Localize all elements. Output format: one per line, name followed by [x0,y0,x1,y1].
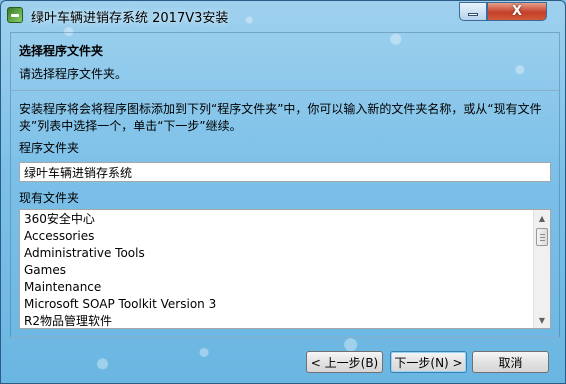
cancel-button-label: 取消 [498,355,523,370]
back-button[interactable]: < 上一步(B) [306,351,383,373]
wizard-footer: < 上一步(B) 下一步(N) > 取消 [10,337,558,380]
wizard-header: 选择程序文件夹 请选择程序文件夹。 [10,32,560,91]
existing-folders-list[interactable]: 360安全中心 Accessories Administrative Tools… [19,209,551,329]
scrollbar-thumb[interactable] [536,228,548,246]
page-subtitle: 请选择程序文件夹。 [19,67,128,81]
wizard-body: 安装程序将会将程序图标添加到下列“程序文件夹”中，你可以输入新的文件夹名称，或从… [10,91,560,337]
close-icon: X [511,4,523,19]
program-folder-input[interactable] [19,162,551,182]
next-button[interactable]: 下一步(N) > [390,351,467,373]
list-item[interactable]: Games [20,262,535,279]
minimize-button[interactable] [459,2,487,21]
next-button-label: 下一步(N) > [394,355,463,370]
scroll-up-arrow-icon[interactable]: ▲ [534,210,550,226]
grip-line [540,234,545,235]
app-icon [7,7,23,23]
title-bar: 绿叶车辆进销存系统 2017V3安装 X [1,1,565,31]
grip-line [540,237,545,238]
list-item[interactable]: 360安全中心 [20,211,535,228]
list-item[interactable]: Maintenance [20,279,535,296]
installer-window: 绿叶车辆进销存系统 2017V3安装 X 选择程序文件夹 请选择程序文件夹。 安… [0,0,566,384]
back-button-label: < 上一步(B) [310,355,379,370]
list-item[interactable]: Administrative Tools [20,245,535,262]
vertical-scrollbar[interactable]: ▲ ▼ [533,210,550,328]
instructions-text: 安装程序将会将程序图标添加到下列“程序文件夹”中，你可以输入新的文件夹名称，或从… [19,102,542,133]
window-title: 绿叶车辆进销存系统 2017V3安装 [31,11,229,26]
scroll-down-arrow-icon[interactable]: ▼ [534,312,550,328]
existing-folders-label: 现有文件夹 [19,191,80,205]
list-item[interactable]: Accessories [20,228,535,245]
page-title: 选择程序文件夹 [19,44,104,58]
minimize-icon [468,13,478,16]
program-folder-label: 程序文件夹 [19,141,80,155]
cancel-button[interactable]: 取消 [472,351,549,373]
list-item[interactable]: Microsoft SOAP Toolkit Version 3 [20,296,535,313]
list-item[interactable]: R2物品管理软件 [20,313,535,328]
close-button[interactable]: X [487,2,547,21]
grip-line [540,240,545,241]
